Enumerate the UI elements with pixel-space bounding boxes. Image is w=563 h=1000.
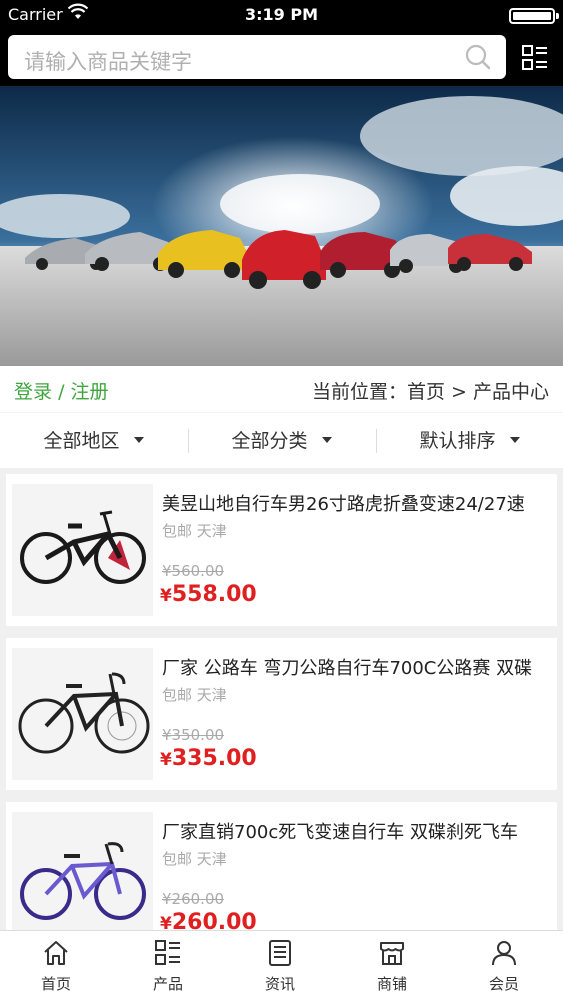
product-title[interactable]: 厂家 公路车 弯刀公路自行车700C公路赛 双碟 [162, 654, 562, 680]
banner-image [0, 86, 563, 366]
bicycle-image [18, 672, 150, 754]
sale-price-value: 558.00 [171, 582, 257, 607]
news-icon [269, 940, 291, 966]
product-image [12, 812, 153, 930]
shop-icon [380, 942, 404, 965]
filter-bar: 全部地区 全部分类 默认排序 [0, 412, 563, 468]
filter-sort[interactable]: 默认排序 [376, 413, 563, 469]
original-price: ¥560.00 [162, 562, 225, 580]
filter-category-label: 全部分类 [231, 430, 308, 452]
product-location: 包邮 天津 [162, 686, 227, 704]
auth-links: 登录 / 注册 [14, 377, 109, 404]
caret-down-icon [321, 436, 332, 443]
search-icon[interactable] [464, 43, 492, 71]
filter-region[interactable]: 全部地区 [0, 413, 187, 469]
original-price: ¥260.00 [162, 890, 225, 908]
login-link[interactable]: 登录 [14, 381, 52, 403]
product-card[interactable]: 厂家 公路车 弯刀公路自行车700C公路赛 双碟 包邮 天津 ¥350.00 ¥… [6, 638, 557, 790]
auth-separator: / [58, 381, 65, 403]
caret-down-icon [133, 436, 144, 443]
filter-region-label: 全部地区 [43, 430, 120, 452]
caret-down-icon [509, 436, 520, 443]
product-title[interactable]: 美昱山地自行车男26寸路虎折叠变速24/27速 [162, 490, 562, 516]
product-title[interactable]: 厂家直销700c死飞变速自行车 双碟刹死飞车 [162, 818, 562, 844]
bicycle-image [20, 842, 146, 920]
tab-news[interactable]: 资讯 [224, 931, 336, 1000]
tab-shop-label: 商铺 [376, 975, 407, 993]
product-image [12, 484, 153, 616]
filter-sort-label: 默认排序 [419, 430, 496, 452]
bicycle-image [20, 510, 146, 584]
register-link[interactable]: 注册 [71, 381, 109, 403]
breadcrumb-row: 登录 / 注册 当前位置：首页 > 产品中心 [0, 366, 563, 412]
tab-member[interactable]: 会员 [448, 931, 560, 1000]
tab-shop[interactable]: 商铺 [336, 931, 448, 1000]
battery-icon [509, 8, 559, 24]
product-card[interactable]: 厂家直销700c死飞变速自行车 双碟刹死飞车 包邮 天津 ¥260.00 ¥26… [6, 802, 557, 930]
sale-price: ¥335.00 [160, 746, 257, 771]
tab-home[interactable]: 首页 [0, 931, 112, 1000]
currency-symbol: ¥ [160, 914, 172, 930]
category-menu-icon[interactable] [521, 44, 549, 72]
tab-news-label: 资讯 [264, 975, 295, 993]
search-placeholder: 请输入商品关键字 [24, 50, 192, 74]
currency-symbol: ¥ [160, 586, 172, 606]
product-list: 美昱山地自行车男26寸路虎折叠变速24/27速 包邮 天津 ¥560.00 ¥5… [0, 468, 563, 930]
sale-price: ¥260.00 [160, 910, 257, 930]
product-image [12, 648, 153, 780]
original-price: ¥350.00 [162, 726, 225, 744]
currency-symbol: ¥ [160, 750, 172, 770]
home-icon [44, 941, 68, 965]
breadcrumb: 当前位置：首页 > 产品中心 [312, 381, 549, 403]
tab-member-label: 会员 [488, 975, 519, 993]
filter-category[interactable]: 全部分类 [188, 413, 375, 469]
bottom-tab-bar: 首页 产品 资讯 商铺 会员 [0, 930, 563, 1000]
search-header: 请输入商品关键字 [0, 30, 563, 86]
search-input[interactable]: 请输入商品关键字 [8, 35, 506, 79]
product-location: 包邮 天津 [162, 850, 227, 868]
product-card[interactable]: 美昱山地自行车男26寸路虎折叠变速24/27速 包邮 天津 ¥560.00 ¥5… [6, 474, 557, 626]
product-list-icon [155, 940, 180, 965]
clock: 3:19 PM [244, 5, 318, 24]
sale-price-value: 335.00 [171, 746, 257, 771]
member-icon [492, 941, 516, 966]
tab-products-label: 产品 [152, 975, 183, 993]
sale-price-value: 260.00 [171, 910, 257, 930]
product-location: 包邮 天津 [162, 522, 227, 540]
tab-home-label: 首页 [40, 975, 71, 993]
status-bar: Carrier 3:19 PM [0, 0, 563, 30]
sale-price: ¥558.00 [160, 582, 257, 607]
tab-products[interactable]: 产品 [112, 931, 224, 1000]
promo-banner[interactable] [0, 86, 563, 366]
